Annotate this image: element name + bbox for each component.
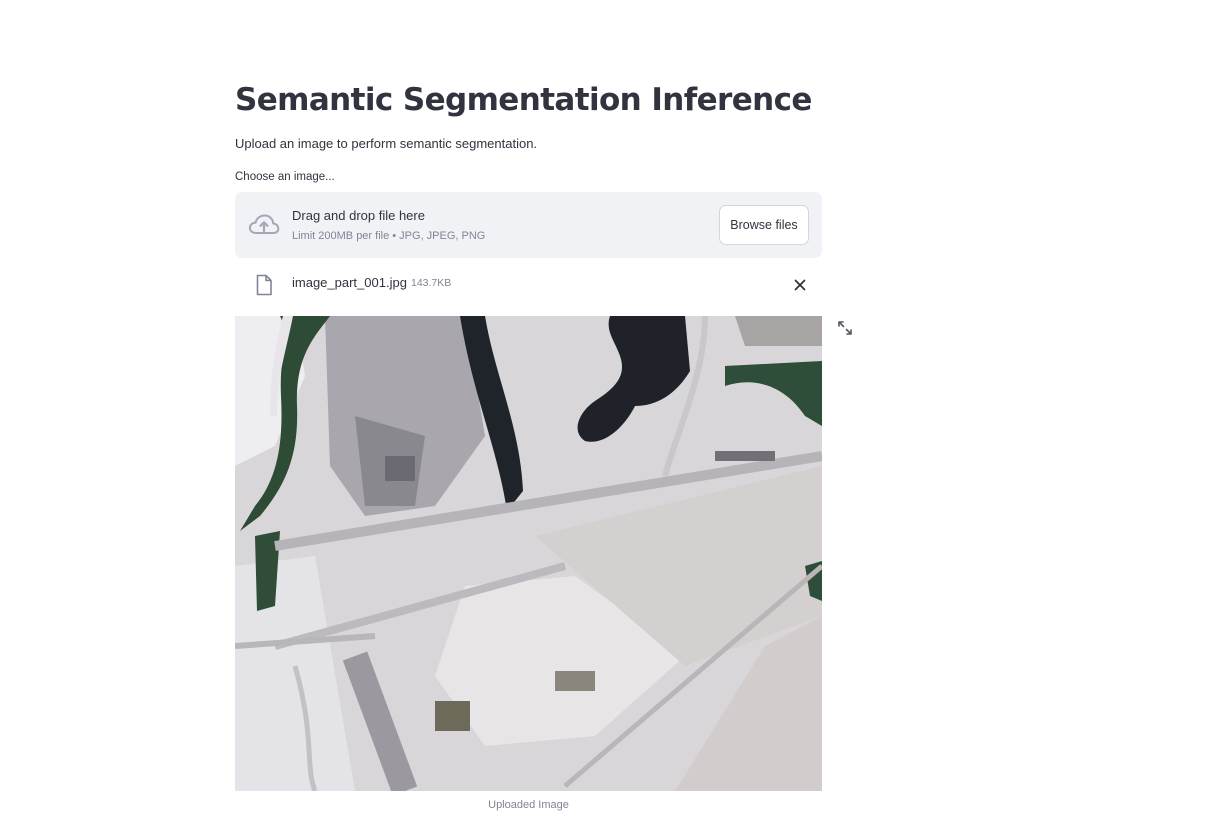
- dropzone-limit-text: Limit 200MB per file • JPG, JPEG, PNG: [292, 230, 486, 242]
- uploaded-file-row: image_part_001.jpg 143.7KB: [235, 268, 822, 302]
- browse-files-button[interactable]: Browse files: [719, 205, 809, 245]
- close-icon: [794, 279, 806, 291]
- expand-icon: [838, 321, 852, 335]
- satellite-image: [235, 316, 822, 791]
- file-icon: [256, 274, 272, 296]
- uploaded-image: [235, 316, 822, 791]
- uploaded-file-size: 143.7KB: [411, 277, 452, 289]
- fullscreen-button[interactable]: [837, 320, 853, 336]
- page-title: Semantic Segmentation Inference: [235, 82, 812, 118]
- file-uploader-label: Choose an image...: [235, 171, 335, 183]
- cloud-upload-icon: [248, 214, 280, 234]
- remove-file-button[interactable]: [789, 274, 811, 296]
- image-caption: Uploaded Image: [488, 799, 569, 811]
- intro-text: Upload an image to perform semantic segm…: [235, 136, 538, 151]
- file-dropzone[interactable]: Drag and drop file here Limit 200MB per …: [235, 192, 822, 258]
- uploaded-file-name: image_part_001.jpg: [292, 275, 407, 290]
- dropzone-title: Drag and drop file here: [292, 208, 425, 223]
